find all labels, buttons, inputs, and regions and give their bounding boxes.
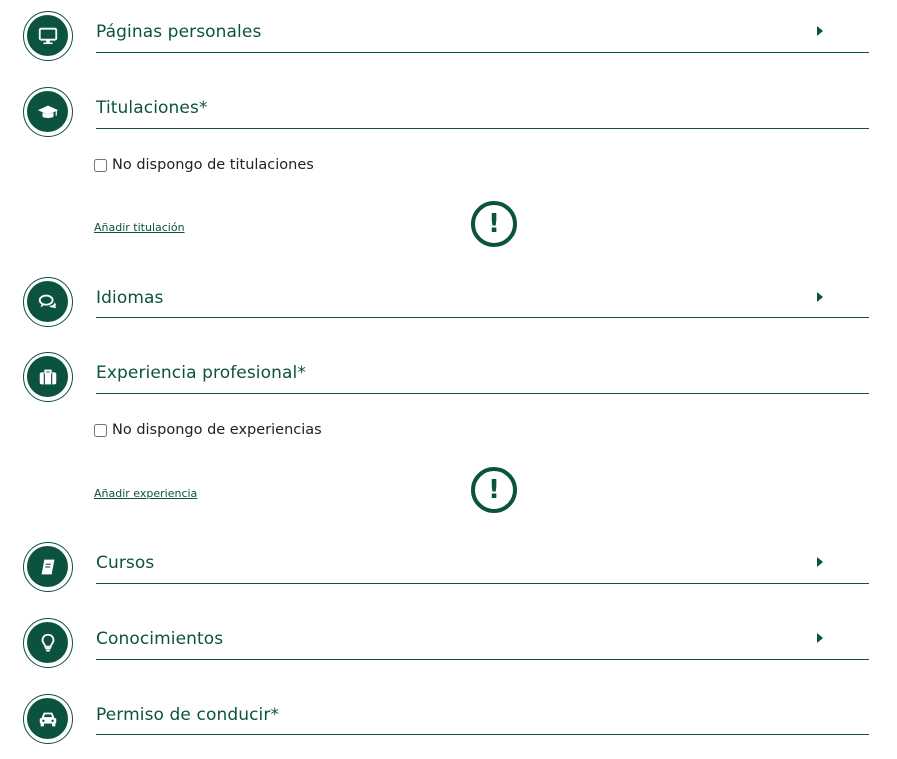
no-titulaciones-checkbox[interactable] xyxy=(94,158,107,172)
section-divider xyxy=(96,128,869,129)
add-experiencia-link[interactable]: Añadir experiencia xyxy=(94,487,197,500)
section-divider xyxy=(96,734,869,735)
section-title-permiso-conducir: Permiso de conducir* xyxy=(96,705,279,725)
section-title-idiomas[interactable]: Idiomas xyxy=(96,288,163,308)
section-divider xyxy=(96,583,869,584)
graduation-cap-icon-badge xyxy=(23,87,73,137)
expand-arrow-icon[interactable] xyxy=(817,26,823,36)
warning-icon: ! xyxy=(471,467,517,513)
section-divider xyxy=(96,659,869,660)
permiso-label: Permiso de conducir xyxy=(96,705,271,725)
titulaciones-label: Titulaciones xyxy=(96,98,199,118)
briefcase-icon xyxy=(39,369,56,384)
speech-bubbles-icon-badge xyxy=(23,277,73,327)
expand-arrow-icon[interactable] xyxy=(817,633,823,643)
lightbulb-icon-badge xyxy=(23,618,73,668)
no-titulaciones-label: No dispongo de titulaciones xyxy=(112,157,314,173)
graduation-cap-icon xyxy=(37,105,58,118)
expand-arrow-icon[interactable] xyxy=(817,292,823,302)
required-marker: * xyxy=(270,705,280,725)
car-icon-badge xyxy=(23,694,73,744)
section-title-titulaciones: Titulaciones* xyxy=(96,98,208,118)
required-marker: * xyxy=(198,98,208,118)
lightbulb-icon xyxy=(41,633,54,652)
add-titulacion-link[interactable]: Añadir titulación xyxy=(94,221,185,234)
briefcase-icon-badge xyxy=(23,352,73,402)
no-experiencias-checkbox-row[interactable]: No dispongo de experiencias xyxy=(94,422,322,438)
speech-bubbles-icon xyxy=(38,294,56,308)
book-icon xyxy=(41,559,54,574)
monitor-icon-badge xyxy=(23,11,73,61)
section-title-experiencia: Experiencia profesional* xyxy=(96,363,306,383)
warning-icon: ! xyxy=(471,201,517,247)
experiencia-label: Experiencia profesional xyxy=(96,363,298,383)
book-icon-badge xyxy=(23,542,73,592)
section-title-cursos[interactable]: Cursos xyxy=(96,553,154,573)
car-icon xyxy=(39,712,56,726)
no-experiencias-label: No dispongo de experiencias xyxy=(112,422,322,438)
section-divider xyxy=(96,393,869,394)
required-marker: * xyxy=(297,363,306,383)
section-title-paginas-personales[interactable]: Páginas personales xyxy=(96,22,261,42)
no-experiencias-checkbox[interactable] xyxy=(94,423,107,437)
section-divider xyxy=(96,317,869,318)
section-divider xyxy=(96,52,869,53)
monitor-icon xyxy=(38,27,57,44)
expand-arrow-icon[interactable] xyxy=(817,557,823,567)
section-title-conocimientos[interactable]: Conocimientos xyxy=(96,629,223,649)
no-titulaciones-checkbox-row[interactable]: No dispongo de titulaciones xyxy=(94,157,314,173)
